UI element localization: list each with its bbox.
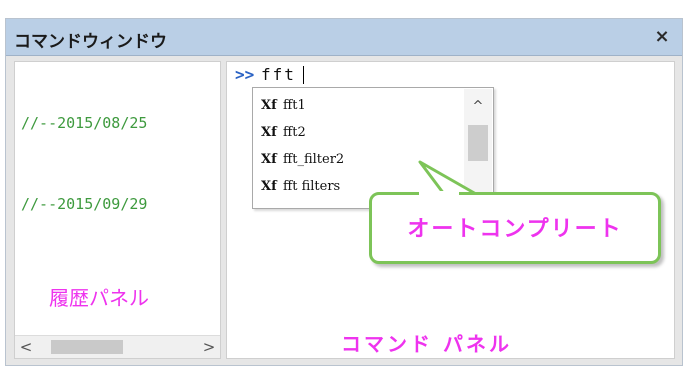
command-input[interactable]: fft — [261, 65, 296, 84]
function-icon: Xf — [261, 152, 277, 167]
autocomplete-callout: オートコンプリート — [369, 192, 661, 264]
callout-text: オートコンプリート — [407, 217, 623, 242]
autocomplete-item-label: fft filters — [283, 179, 341, 194]
autocomplete-item-label: fft_filter2 — [283, 152, 345, 167]
title-bar: コマンドウィンドウ × — [6, 19, 682, 56]
callout-tail-joint — [419, 191, 459, 195]
autocomplete-item-label: fft2 — [283, 125, 306, 140]
scroll-left-icon[interactable]: < — [15, 336, 37, 358]
autocomplete-item-label: fft1 — [283, 98, 306, 113]
window-title: コマンドウィンドウ — [14, 32, 167, 52]
command-prompt: >> — [235, 65, 255, 84]
function-icon: Xf — [261, 98, 277, 113]
autocomplete-item[interactable]: Xf fft filters — [261, 175, 340, 199]
autocomplete-item[interactable]: Xf fft2 — [261, 121, 306, 145]
history-entry[interactable]: //--2015/09/29 — [21, 195, 147, 213]
autocomplete-item[interactable]: Xf fft1 — [261, 94, 306, 118]
command-panel-label: コマンド パネル — [341, 332, 512, 356]
history-entry[interactable]: //--2015/08/25 — [21, 114, 147, 132]
autocomplete-item[interactable]: Xf fft_filter2 — [261, 148, 344, 172]
history-panel[interactable]: //--2015/08/25 //--2015/09/29 履歴パネル < > — [14, 61, 221, 359]
scroll-up-icon[interactable]: ^ — [464, 99, 492, 114]
function-icon: Xf — [261, 125, 277, 140]
history-horizontal-scrollbar[interactable]: < > — [15, 335, 220, 358]
scroll-right-icon[interactable]: > — [198, 336, 220, 358]
scroll-thumb[interactable] — [51, 340, 123, 354]
history-panel-label: 履歴パネル — [49, 286, 149, 310]
function-icon: Xf — [261, 179, 277, 194]
text-caret — [303, 66, 304, 84]
close-icon[interactable]: × — [650, 25, 674, 49]
